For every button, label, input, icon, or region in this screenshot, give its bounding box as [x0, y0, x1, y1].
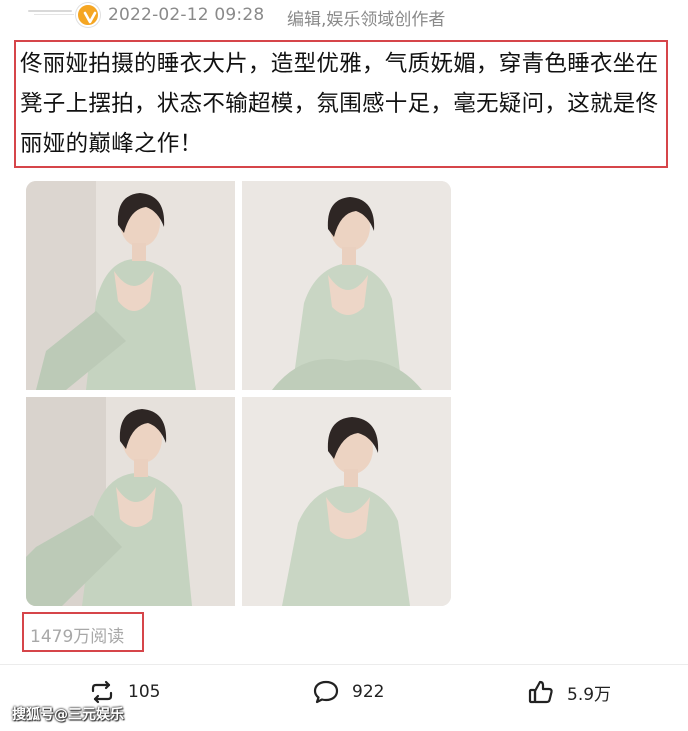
post-photo-2[interactable]: [242, 181, 451, 390]
thumbs-up-icon: [527, 678, 555, 706]
repost-count: 105: [128, 682, 161, 702]
read-count-highlight: 1479万阅读: [22, 612, 144, 652]
like-button[interactable]: 5.9万: [527, 676, 611, 708]
post-timestamp: 2022-02-12 09:28: [108, 5, 265, 25]
author-name-fragment-underline: [34, 14, 74, 15]
source-watermark: 搜狐号@三元娱乐: [12, 707, 124, 723]
post-photo-4[interactable]: [242, 397, 451, 606]
post-header: 2022-02-12 09:28 编辑,娱乐领域创作者: [0, 0, 688, 34]
read-count: 1479万阅读: [30, 627, 125, 647]
like-count: 5.9万: [567, 684, 612, 705]
comment-icon: [312, 678, 340, 706]
post-photo-1[interactable]: [26, 181, 235, 390]
comment-count: 922: [352, 682, 385, 702]
post-text-highlight: 佟丽娅拍摄的睡衣大片，造型优雅，气质妩媚，穿青色睡衣坐在凳子上摆拍，状态不输超模…: [14, 40, 668, 168]
action-bar-divider: [0, 664, 688, 665]
post-source: 编辑,娱乐领域创作者: [287, 10, 446, 30]
post-text[interactable]: 佟丽娅拍摄的睡衣大片，造型优雅，气质妩媚，穿青色睡衣坐在凳子上摆拍，状态不输超模…: [20, 44, 666, 164]
verified-badge-icon: [76, 3, 100, 27]
post-photo-3[interactable]: [26, 397, 235, 606]
author-name-fragment[interactable]: [28, 10, 72, 12]
comment-button[interactable]: 922: [312, 676, 384, 708]
repost-icon: [88, 678, 116, 706]
